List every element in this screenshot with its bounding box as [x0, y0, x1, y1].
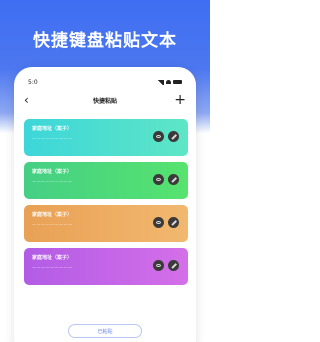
pencil-icon[interactable] — [168, 131, 179, 142]
pencil-icon[interactable] — [168, 217, 179, 228]
status-time: 5:0 — [28, 78, 38, 86]
add-icon[interactable]: + — [172, 93, 186, 107]
eye-icon[interactable] — [153, 260, 164, 271]
signal-icon — [157, 79, 164, 85]
pencil-icon[interactable] — [168, 174, 179, 185]
card-actions — [153, 174, 179, 185]
phone-mockup: 5:0 ‹ 快捷粘贴 + 家庭地址（案子） 一一一一一一一一一 家庭地址（案子）… — [14, 67, 196, 342]
battery-icon — [173, 80, 182, 84]
promo-headline: 快捷键盘粘贴文本 — [33, 31, 177, 51]
status-icons — [157, 79, 182, 85]
nav-bar: ‹ 快捷粘贴 + — [24, 93, 186, 107]
snippet-card[interactable]: 家庭地址（案子） 一一一一一一一一一 — [24, 205, 188, 242]
nav-title: 快捷粘贴 — [92, 97, 117, 105]
bottom-button[interactable]: 已粘贴 — [68, 324, 142, 338]
eye-icon[interactable] — [153, 131, 164, 142]
snippet-card[interactable]: 家庭地址（案子） 一一一一一一一一一 — [24, 248, 188, 285]
snippet-card[interactable]: 家庭地址（案子） 一一一一一一一一一 — [24, 119, 188, 156]
back-icon[interactable]: ‹ — [24, 93, 38, 107]
eye-icon[interactable] — [153, 174, 164, 185]
status-bar: 5:0 — [28, 77, 182, 87]
card-actions — [153, 260, 179, 271]
card-actions — [153, 131, 179, 142]
wifi-icon — [166, 80, 171, 84]
snippet-card[interactable]: 家庭地址（案子） 一一一一一一一一一 — [24, 162, 188, 199]
eye-icon[interactable] — [153, 217, 164, 228]
card-actions — [153, 217, 179, 228]
pencil-icon[interactable] — [168, 260, 179, 271]
